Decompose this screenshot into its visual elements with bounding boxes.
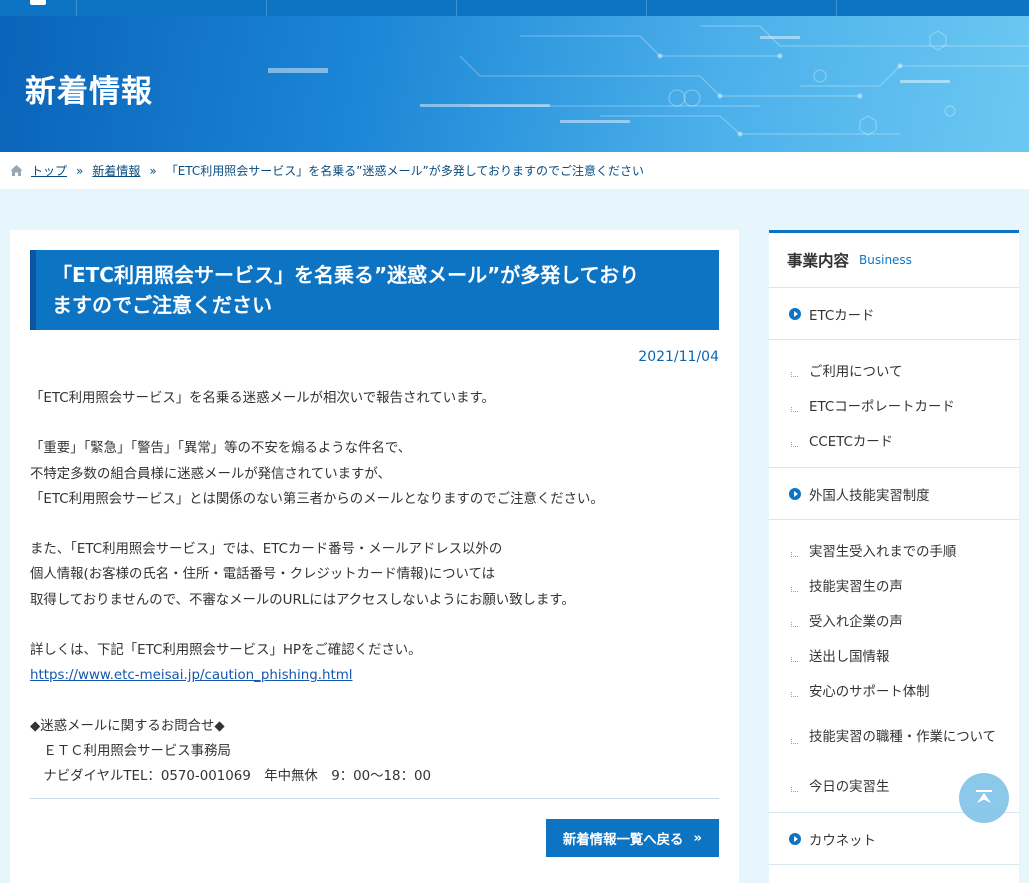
sidebar-subitem-label: 安心のサポート体制	[809, 684, 930, 700]
body-line: 取得しておりませんので、不審なメールのURLにはアクセスしないようにお願い致しま…	[30, 592, 575, 608]
breadcrumb-link-top[interactable]: トップ	[31, 162, 67, 179]
subitem-branch-icon	[791, 656, 798, 662]
subitem-branch-icon	[791, 406, 798, 412]
sidebar-item-etc-card[interactable]: ETCカード	[769, 288, 1019, 340]
sidebar-subitem-support[interactable]: 安心のサポート体制	[769, 672, 1019, 707]
breadcrumb-link-news[interactable]: 新着情報	[92, 162, 140, 179]
phishing-info-link[interactable]: https://www.etc-meisai.jp/caution_phishi…	[30, 668, 353, 683]
arrow-circle-icon	[789, 487, 801, 500]
article-title: 「ETC利用照会サービス」を名乗る”迷惑メール”が多発しており ますのでご注意く…	[30, 250, 719, 330]
sidebar-subitem-label: 技能実習の職種・作業について	[809, 729, 997, 745]
body-line: ナビダイヤルTEL：0570-001069 年中無休 9：00～18：00	[30, 768, 432, 784]
subitem-branch-icon	[791, 441, 798, 447]
sidebar-heading-jp: 事業内容	[787, 252, 850, 270]
body-line: 不特定多数の組合員様に迷惑メールが発信されていますが、	[30, 466, 391, 482]
sidebar-heading: 事業内容 Business	[769, 233, 1019, 288]
subitem-branch-icon	[791, 551, 798, 557]
body-line: 「重要」「緊急」「警告」「異常」等の不安を煽るような件名で、	[30, 441, 412, 457]
hero-banner: 新着情報	[0, 16, 1029, 152]
subitem-branch-icon	[791, 786, 798, 792]
site-logo[interactable]	[0, 0, 77, 16]
global-nav-item-3[interactable]	[457, 0, 647, 16]
sidebar-heading-en: Business	[859, 253, 912, 267]
global-nav-item-2[interactable]	[267, 0, 457, 16]
sidebar-subitem-trainee-voices[interactable]: 技能実習生の声	[769, 567, 1019, 602]
subitem-branch-icon	[791, 739, 798, 744]
sidebar-subnav-etc: ご利用について ETCコーポレートカード CCETCカード	[769, 340, 1019, 468]
breadcrumb: トップ » 新着情報 » 「ETC利用照会サービス」を名乗る”迷惑メール”が多発…	[0, 152, 1029, 189]
body-line: また、「ETC利用照会サービス」では、ETCカード番号・メールアドレス以外の	[30, 542, 503, 558]
sidebar-subitem-usage[interactable]: ご利用について	[769, 352, 1019, 387]
global-nav-item-4[interactable]	[647, 0, 837, 16]
article-date: 2021/11/04	[638, 349, 719, 365]
body-line: 詳しくは、下記「ETC利用照会サービス」HPをご確認ください。	[30, 642, 422, 658]
body-line: ＥＴＣ利用照会サービス事務局	[30, 743, 231, 759]
body-line: 個人情報(お客様の氏名・住所・電話番号・クレジットカード情報)については	[30, 567, 496, 583]
sidebar-subitem-label: 技能実習生の声	[809, 579, 903, 595]
global-nav	[0, 0, 1029, 16]
sidebar-item-label: カウネット	[809, 833, 876, 849]
sidebar-subnav-trainee: 実習生受入れまでの手順 技能実習生の声 受入れ企業の声 送出し国情報 安心のサポ…	[769, 520, 1019, 813]
subitem-branch-icon	[791, 371, 798, 377]
sidebar-subitem-label: 実習生受入れまでの手順	[809, 544, 957, 560]
sidebar-item-label: ETCカード	[809, 308, 875, 324]
sidebar-subitem-label: 送出し国情報	[809, 649, 890, 665]
arrow-circle-icon	[789, 307, 801, 320]
subitem-branch-icon	[791, 586, 798, 592]
subitem-branch-icon	[791, 691, 798, 697]
sidebar-subitem-sending-countries[interactable]: 送出し国情報	[769, 637, 1019, 672]
breadcrumb-separator: »	[76, 163, 84, 178]
home-icon	[10, 165, 23, 176]
back-to-news-list-button[interactable]: 新着情報一覧へ戻る »	[546, 819, 719, 857]
sidebar-item-trainee-program[interactable]: 外国人技能実習制度	[769, 468, 1019, 520]
breadcrumb-separator: »	[149, 163, 157, 178]
sidebar-subitem-label: CCETCカード	[809, 434, 894, 450]
body-line: 「ETC利用照会サービス」を名乗る迷惑メールが相次いで報告されています。	[30, 391, 495, 406]
article-divider	[30, 798, 719, 799]
sidebar-item-label: 外国人技能実習制度	[809, 488, 930, 504]
sidebar-subitem-corporate-card[interactable]: ETCコーポレートカード	[769, 387, 1019, 422]
sidebar-subitem-job-types[interactable]: 技能実習の職種・作業について	[769, 707, 1019, 767]
sidebar-subitem-label: 今日の実習生	[809, 779, 890, 795]
page-title: 新着情報	[25, 74, 153, 110]
back-button-label: 新着情報一覧へ戻る	[562, 833, 684, 848]
article-title-line-1: 「ETC利用照会サービス」を名乗る”迷惑メール”が多発しており	[52, 263, 640, 287]
breadcrumb-current: 「ETC利用照会サービス」を名乗る”迷惑メール”が多発しておりますのでご注意くだ…	[165, 164, 645, 178]
sidebar-subitem-procedure[interactable]: 実習生受入れまでの手順	[769, 532, 1019, 567]
sidebar-subitem-label: 受入れ企業の声	[809, 614, 903, 630]
sidebar-subitem-label: ETCコーポレートカード	[809, 399, 955, 415]
article-title-line-2: ますのでご注意ください	[52, 293, 272, 317]
sidebar-subitem-company-voices[interactable]: 受入れ企業の声	[769, 602, 1019, 637]
global-nav-item-1[interactable]	[77, 0, 267, 16]
subitem-branch-icon	[791, 621, 798, 627]
body-line: 「ETC利用照会サービス」とは関係のない第三者からのメールとなりますのでご注意く…	[30, 491, 604, 507]
scroll-to-top-button[interactable]	[959, 773, 1009, 823]
arrow-up-icon	[976, 790, 992, 803]
article-card: 「ETC利用照会サービス」を名乗る”迷惑メール”が多発しており ますのでご注意く…	[10, 230, 739, 883]
body-line: ◆迷惑メールに関するお問合せ◆	[30, 718, 225, 734]
sidebar-subitem-label: ご利用について	[809, 364, 903, 380]
logo-mark	[30, 0, 46, 5]
sidebar-subitem-ccetc-card[interactable]: CCETCカード	[769, 422, 1019, 457]
global-nav-item-5[interactable]	[837, 0, 1028, 16]
hero-tech-pattern	[268, 25, 1029, 137]
arrow-circle-icon	[789, 832, 801, 845]
chevron-right-icon: »	[693, 830, 703, 846]
article-body: 「ETC利用照会サービス」を名乗る迷惑メールが相次いで報告されています。 「重要…	[30, 386, 719, 789]
